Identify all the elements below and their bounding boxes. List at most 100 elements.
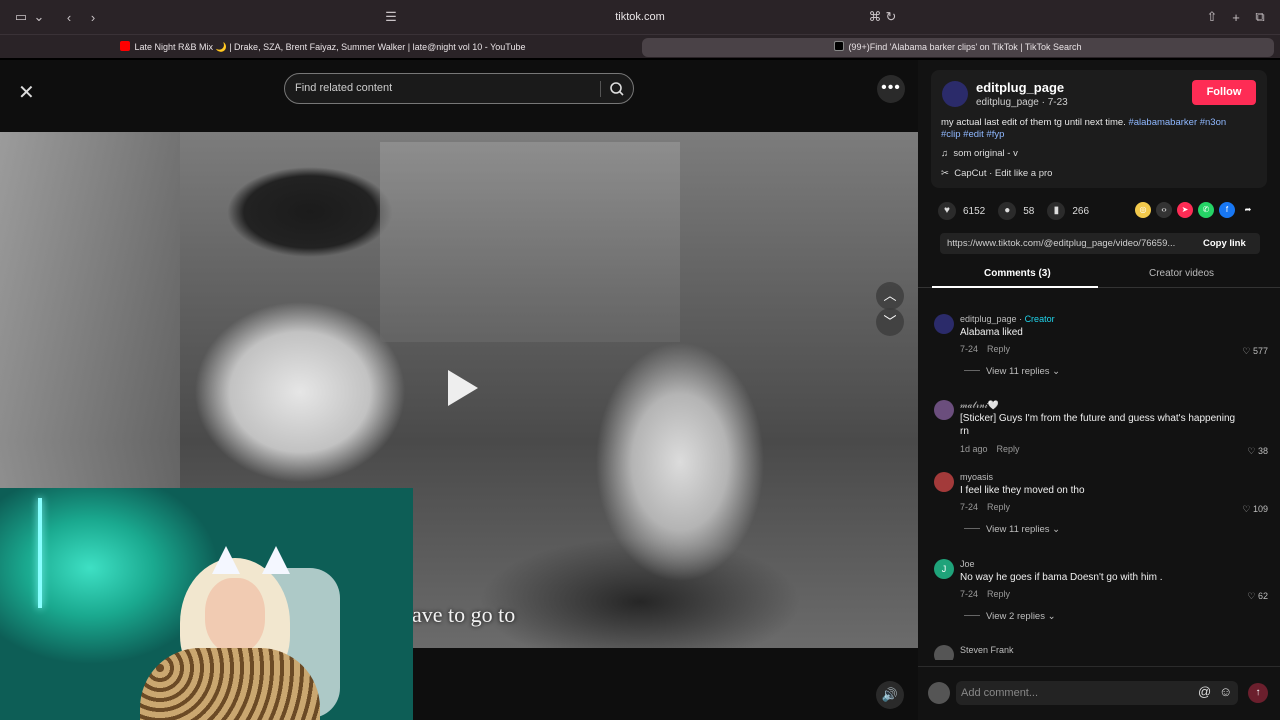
comment-stat[interactable]: ● 58	[998, 202, 1034, 220]
comment-text: No way he goes if bama Doesn't go with h…	[960, 572, 1163, 583]
post-description: my actual last edit of them tg until nex…	[941, 117, 1261, 141]
chevron-up-icon[interactable]: ︿	[876, 282, 904, 310]
comment-like-count: 38	[1257, 446, 1268, 456]
mention-icon[interactable]: @	[1198, 684, 1211, 699]
comment-meta: 7-24 Reply	[960, 589, 1010, 599]
hashtags-line1[interactable]: #alabamabarker #n3on	[1128, 117, 1226, 128]
comment-like[interactable]: ♡ 38	[1247, 446, 1268, 457]
new-tab-icon[interactable]: +	[1227, 8, 1245, 26]
comment-list: editplug_page · Creator Alabama liked 7-…	[918, 300, 1280, 660]
sidebar-icon[interactable]: ▭	[12, 8, 30, 26]
send-icon[interactable]: ➤	[1177, 202, 1193, 218]
comment-input[interactable]: Add comment...	[956, 681, 1238, 705]
emoji-icon[interactable]: ☺	[1219, 684, 1232, 699]
commenter-avatar[interactable]	[934, 472, 954, 492]
music-note-icon: ♫	[941, 148, 949, 159]
commenter-username[interactable]: Joe	[960, 559, 975, 569]
reply-button[interactable]: Reply	[997, 444, 1020, 454]
comment-like[interactable]: ♡ 62	[1247, 591, 1268, 602]
tab-youtube[interactable]: Late Night R&B Mix 🌙 | Drake, SZA, Brent…	[8, 38, 638, 57]
add-comment-bar: Add comment... @ ☺ ↑	[918, 666, 1280, 720]
hashtags-line2[interactable]: #clip #edit #fyp	[941, 129, 1004, 140]
forward-icon[interactable]: ›	[84, 8, 102, 26]
play-icon[interactable]	[440, 366, 484, 410]
comment-meta: 7-24 Reply	[960, 502, 1010, 512]
comment-date: 1d ago	[960, 444, 988, 454]
cat-ear-right	[262, 546, 290, 574]
facebook-icon[interactable]: f	[1219, 202, 1235, 218]
stats-row: ♥ 6152 ● 58 ▮ 266	[938, 201, 1102, 221]
commenter-username: editplug_page	[960, 314, 1017, 324]
search-input[interactable]: Find related content	[295, 74, 595, 103]
webcam-shirt	[140, 648, 320, 720]
search-divider	[600, 81, 601, 97]
commenter-avatar[interactable]	[934, 645, 954, 660]
search-icon[interactable]	[607, 79, 627, 99]
chevron-down-icon[interactable]: ⌄	[30, 8, 48, 26]
capcut-label: CapCut · Edit like a pro	[954, 168, 1053, 179]
heart-icon: ♥	[938, 202, 956, 220]
reload-icon[interactable]: ↻	[882, 8, 900, 26]
video-link[interactable]: https://www.tiktok.com/@editplug_page/vi…	[947, 233, 1195, 254]
embed-icon[interactable]: ‹›	[1156, 202, 1172, 218]
comment-meta: 7-24 Reply	[960, 344, 1010, 354]
commenter-name[interactable]: editplug_page · Creator	[960, 314, 1055, 324]
tab-label: Late Night R&B Mix 🌙 | Drake, SZA, Brent…	[134, 42, 526, 52]
back-icon[interactable]: ‹	[60, 8, 78, 26]
comment-like[interactable]: ♡ 109	[1242, 504, 1268, 515]
reply-button[interactable]: Reply	[987, 502, 1010, 512]
comment-date: 7-24	[960, 344, 979, 354]
commenter-avatar[interactable]: J	[934, 559, 954, 579]
more-options-icon[interactable]: •••	[877, 75, 905, 103]
tab-tiktok[interactable]: (99+)Find 'Alabama barker clips' on TikT…	[642, 38, 1274, 57]
comment-like-count: 577	[1252, 346, 1268, 356]
reply-button[interactable]: Reply	[987, 589, 1010, 599]
address-bar[interactable]: tiktok.com	[380, 7, 900, 27]
tab-underline	[932, 286, 1098, 288]
commenter-username[interactable]: myoasis	[960, 472, 993, 482]
commenter-username[interactable]: 𝓂𝒶𝓁𝓇𝓃𝒾🤍	[960, 400, 999, 411]
capcut-row[interactable]: ✂ CapCut · Edit like a pro	[941, 168, 1052, 179]
details-panel: editplug_page editplug_page · 7-23 Follo…	[918, 60, 1280, 720]
follow-button[interactable]: Follow	[1192, 80, 1256, 105]
reply-button[interactable]: Reply	[987, 344, 1010, 354]
share-icon[interactable]: ⇧	[1203, 8, 1221, 26]
save-count: 266	[1072, 205, 1090, 217]
volume-icon[interactable]: 🔊	[876, 681, 904, 709]
view-replies-button[interactable]: View 11 replies ⌄	[964, 524, 1060, 535]
video-caption: ave to go to	[412, 602, 516, 627]
post-comment-button[interactable]: ↑	[1248, 683, 1268, 703]
capcut-icon: ✂	[941, 168, 949, 179]
whatsapp-icon[interactable]: ✆	[1198, 202, 1214, 218]
video-frame-wall	[0, 132, 180, 512]
copy-link-button[interactable]: Copy link	[1203, 233, 1246, 254]
tab-creator-videos[interactable]: Creator videos	[1149, 268, 1214, 279]
like-stat[interactable]: ♥ 6152	[938, 202, 985, 220]
bookmark-icon: ▮	[1047, 202, 1066, 220]
tab-overview-icon[interactable]: ⧉	[1251, 8, 1269, 26]
save-stat[interactable]: ▮ 266	[1047, 202, 1089, 220]
coin-icon[interactable]: ◎	[1135, 202, 1151, 218]
commenter-username[interactable]: Steven Frank	[960, 645, 1014, 655]
video-viewer: ✕ Find related content ••• ave to go to …	[0, 60, 918, 720]
panel-tabs: Comments (3) Creator videos	[918, 264, 1280, 288]
led-strip	[38, 498, 42, 608]
comment-like[interactable]: ♡ 577	[1242, 346, 1268, 357]
music-row[interactable]: ♫ som original - v	[941, 148, 1018, 159]
view-replies-button[interactable]: View 2 replies ⌄	[964, 611, 1056, 622]
tab-comments[interactable]: Comments (3)	[984, 268, 1051, 279]
author-name[interactable]: editplug_page	[976, 80, 1064, 95]
commenter-avatar[interactable]	[934, 400, 954, 420]
view-replies-button[interactable]: View 11 replies ⌄	[964, 366, 1060, 377]
chevron-down-icon[interactable]: ﹀	[876, 308, 904, 336]
commenter-avatar[interactable]	[934, 314, 954, 334]
share-row: ◎ ‹› ➤ ✆ f ➦	[1135, 202, 1261, 218]
author-avatar[interactable]	[942, 81, 968, 107]
cat-ear-left	[212, 546, 240, 574]
author-subtitle: editplug_page · 7-23	[976, 97, 1068, 108]
tab-bar: Late Night R&B Mix 🌙 | Drake, SZA, Brent…	[0, 34, 1280, 58]
share-arrow-icon[interactable]: ➦	[1240, 202, 1256, 218]
close-icon[interactable]: ✕	[18, 80, 35, 105]
comment-date: 7-24	[960, 589, 979, 599]
comment-icon: ●	[998, 202, 1017, 220]
